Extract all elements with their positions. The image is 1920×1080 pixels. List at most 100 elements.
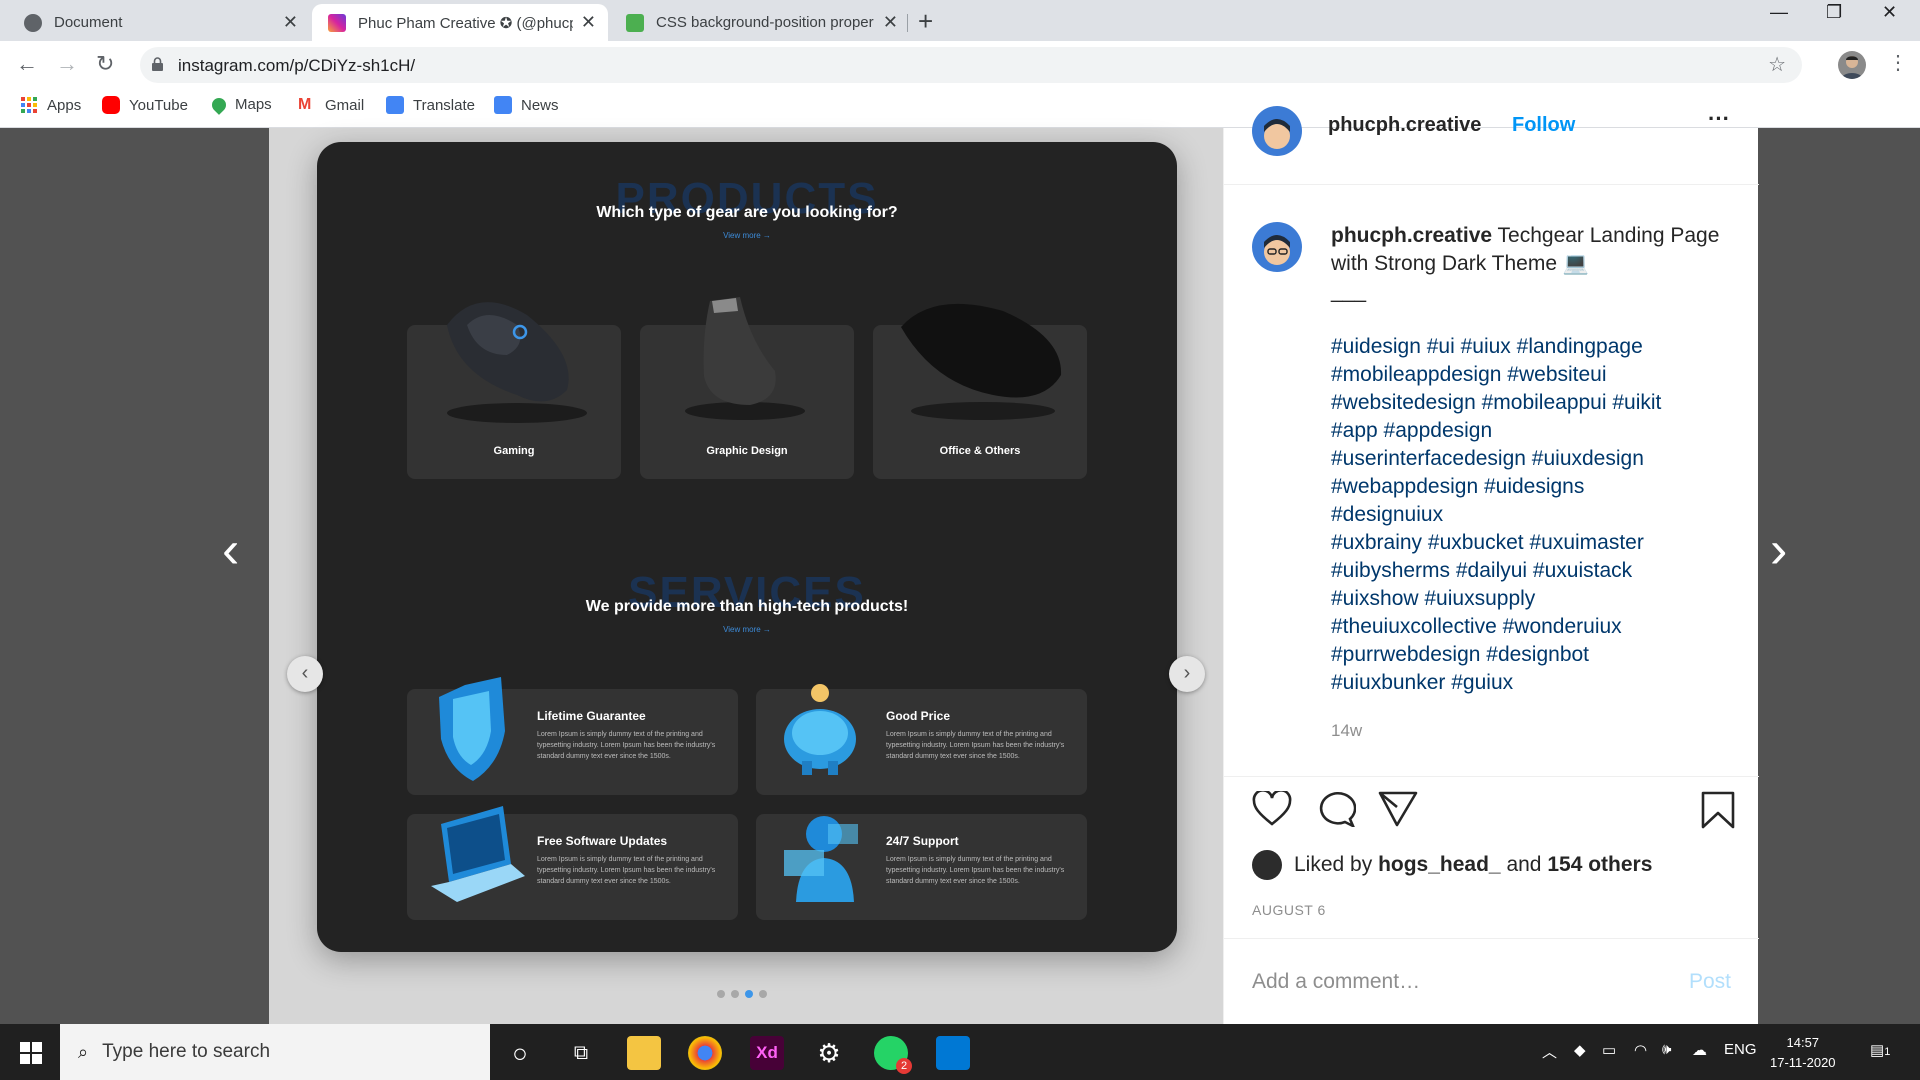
hashtag-line[interactable]: #webappdesign #uidesigns	[1331, 473, 1731, 501]
bookmark-label: News	[521, 96, 559, 114]
show-hidden-icons[interactable]: ︿	[1542, 1041, 1557, 1062]
gaming-mouse-icon	[447, 302, 587, 423]
search-icon: ⌕	[78, 1041, 89, 1062]
forward-icon[interactable]: →	[56, 51, 78, 77]
service-description: Lorem Ipsum is simply dummy text of the …	[537, 856, 716, 885]
support-agent-icon	[784, 816, 858, 902]
settings-gear-icon[interactable]: ⚙	[812, 1036, 846, 1070]
liker-avatar[interactable]	[1252, 850, 1282, 880]
whatsapp-icon[interactable]: 2	[874, 1036, 912, 1074]
adobe-xd-icon[interactable]: Xd	[750, 1036, 784, 1070]
share-icon[interactable]	[1378, 791, 1418, 827]
browser-toolbar: ← → ↻ instagram.com/p/CDiYz-sh1cH/ ☆	[0, 41, 1920, 88]
header-username[interactable]: phucph.creative	[1328, 114, 1481, 137]
hashtag-line[interactable]: #app #appdesign	[1331, 417, 1731, 445]
header-avatar[interactable]	[1252, 106, 1302, 156]
caption-avatar[interactable]	[1252, 222, 1302, 272]
hashtag-line[interactable]: #userinterfacedesign #uiuxdesign	[1331, 445, 1731, 473]
comment-input[interactable]: Add a comment…	[1252, 970, 1420, 994]
windows-start-icon[interactable]	[20, 1042, 42, 1064]
tab-instagram[interactable]: Phuc Pham Creative ✪ (@phucph ✕	[312, 4, 608, 41]
bookmark-apps[interactable]: Apps	[20, 96, 81, 114]
task-view-icon[interactable]: ⧉	[564, 1036, 598, 1070]
battery-icon[interactable]: ▭	[1602, 1041, 1616, 1059]
carousel-dot-active[interactable]	[745, 990, 753, 998]
bookmark-news[interactable]: News	[494, 96, 559, 114]
carousel-dot[interactable]	[759, 990, 767, 998]
save-bookmark-icon[interactable]	[1700, 791, 1736, 829]
post-date: AUGUST 6	[1252, 902, 1326, 918]
office-mouse-icon	[901, 303, 1062, 420]
liker-username[interactable]: hogs_head_	[1378, 853, 1501, 877]
hashtag-line[interactable]: #purrwebdesign #designbot	[1331, 641, 1731, 669]
bookmark-youtube[interactable]: YouTube	[102, 96, 188, 114]
system-clock[interactable]: 14:57 17-11-2020	[1770, 1033, 1836, 1073]
product-label: Office & Others	[939, 445, 1021, 457]
hashtag-line[interactable]: #uibysherms #dailyui #uxuistack	[1331, 557, 1731, 585]
cortana-icon[interactable]: ○	[503, 1036, 537, 1070]
more-options-icon[interactable]: ···	[1708, 106, 1730, 132]
bookmark-label: Gmail	[325, 96, 365, 114]
onedrive-icon[interactable]: ☁	[1692, 1041, 1707, 1059]
wifi-icon[interactable]: ◠	[1634, 1041, 1647, 1059]
hashtag-line[interactable]: #uidesign #ui #uiux #landingpage	[1331, 333, 1731, 361]
close-tab-icon[interactable]: ✕	[581, 12, 596, 33]
likes-and: and	[1506, 853, 1542, 876]
tab-divider	[907, 14, 908, 32]
next-post-icon[interactable]: ›	[1770, 520, 1787, 580]
close-tab-icon[interactable]: ✕	[283, 12, 298, 33]
service-title: Free Software Updates	[537, 834, 668, 848]
hashtag-line[interactable]: #uiuxbunker #guiux	[1331, 669, 1731, 697]
reload-icon[interactable]: ↻	[96, 51, 114, 77]
minimize-button[interactable]: —	[1770, 2, 1788, 23]
tab-css-docs[interactable]: CSS background-position proper ✕	[610, 4, 910, 41]
maximize-button[interactable]: ❐	[1826, 2, 1842, 23]
hashtag-line[interactable]: #designuiux	[1331, 501, 1731, 529]
bookmark-gmail[interactable]: M Gmail	[298, 96, 364, 114]
post-details-panel: phucph.creative Follow ··· phucph.creati…	[1223, 106, 1759, 1024]
hashtag-line[interactable]: #websitedesign #mobileappui #uikit	[1331, 389, 1731, 417]
piggy-bank-icon	[784, 684, 856, 775]
close-window-button[interactable]: ✕	[1882, 2, 1897, 23]
bookmark-maps[interactable]: Maps	[209, 94, 272, 115]
notification-count: 1	[1884, 1046, 1891, 1058]
browser-menu-icon[interactable]: ⋮	[1888, 50, 1908, 75]
new-tab-button[interactable]: +	[918, 6, 933, 37]
carousel-next-button[interactable]: ›	[1169, 656, 1205, 692]
post-comment-button[interactable]: Post	[1689, 970, 1731, 994]
hashtag-line[interactable]: #uixshow #uiuxsupply	[1331, 585, 1731, 613]
volume-icon[interactable]: 🕪	[1662, 1041, 1671, 1058]
divider	[1224, 776, 1759, 777]
hashtag-line[interactable]: #uxbrainy #uxbucket #uxuimaster	[1331, 529, 1731, 557]
hashtag-line[interactable]: #theuiuxcollective #wonderuiux	[1331, 613, 1731, 641]
caption-username[interactable]: phucph.creative	[1331, 224, 1492, 247]
previous-post-icon[interactable]: ‹	[222, 520, 239, 580]
service-card-lifetime-guarantee: Lifetime Guarantee Lorem Ipsum is simply…	[407, 677, 738, 795]
address-bar[interactable]: instagram.com/p/CDiYz-sh1cH/ ☆	[140, 47, 1802, 83]
notifications-icon[interactable]: ▤1	[1870, 1041, 1890, 1059]
close-tab-icon[interactable]: ✕	[883, 12, 898, 33]
profile-avatar[interactable]	[1838, 51, 1866, 79]
taskbar-search-box[interactable]: ⌕ Type here to search	[60, 1024, 490, 1080]
tab-document[interactable]: Document ✕	[8, 4, 310, 41]
comment-icon[interactable]	[1316, 791, 1356, 827]
maps-pin-icon	[209, 94, 229, 115]
carousel-dot[interactable]	[731, 990, 739, 998]
vscode-icon[interactable]	[936, 1036, 970, 1070]
follow-button[interactable]: Follow	[1512, 114, 1575, 137]
carousel-dot[interactable]	[717, 990, 725, 998]
language-indicator[interactable]: ENG	[1724, 1041, 1757, 1058]
bookmark-translate[interactable]: Translate	[386, 96, 475, 114]
bookmark-star-icon[interactable]: ☆	[1768, 52, 1786, 77]
tray-app-icon[interactable]: ◆	[1574, 1041, 1586, 1059]
hashtag-line[interactable]: #mobileappdesign #websiteui	[1331, 361, 1731, 389]
back-icon[interactable]: ←	[16, 51, 38, 77]
heart-icon[interactable]	[1252, 791, 1292, 827]
instagram-icon	[328, 13, 346, 32]
windows-taskbar: ⌕ Type here to search ○ ⧉ Xd ⚙ 2 ︿ ◆ ▭ ◠…	[0, 1024, 1920, 1080]
likes-others[interactable]: 154 others	[1547, 853, 1652, 877]
carousel-prev-button[interactable]: ‹	[287, 656, 323, 692]
file-explorer-icon[interactable]	[627, 1036, 661, 1070]
chrome-icon[interactable]	[688, 1036, 722, 1070]
product-card-office: Office & Others	[873, 303, 1087, 479]
